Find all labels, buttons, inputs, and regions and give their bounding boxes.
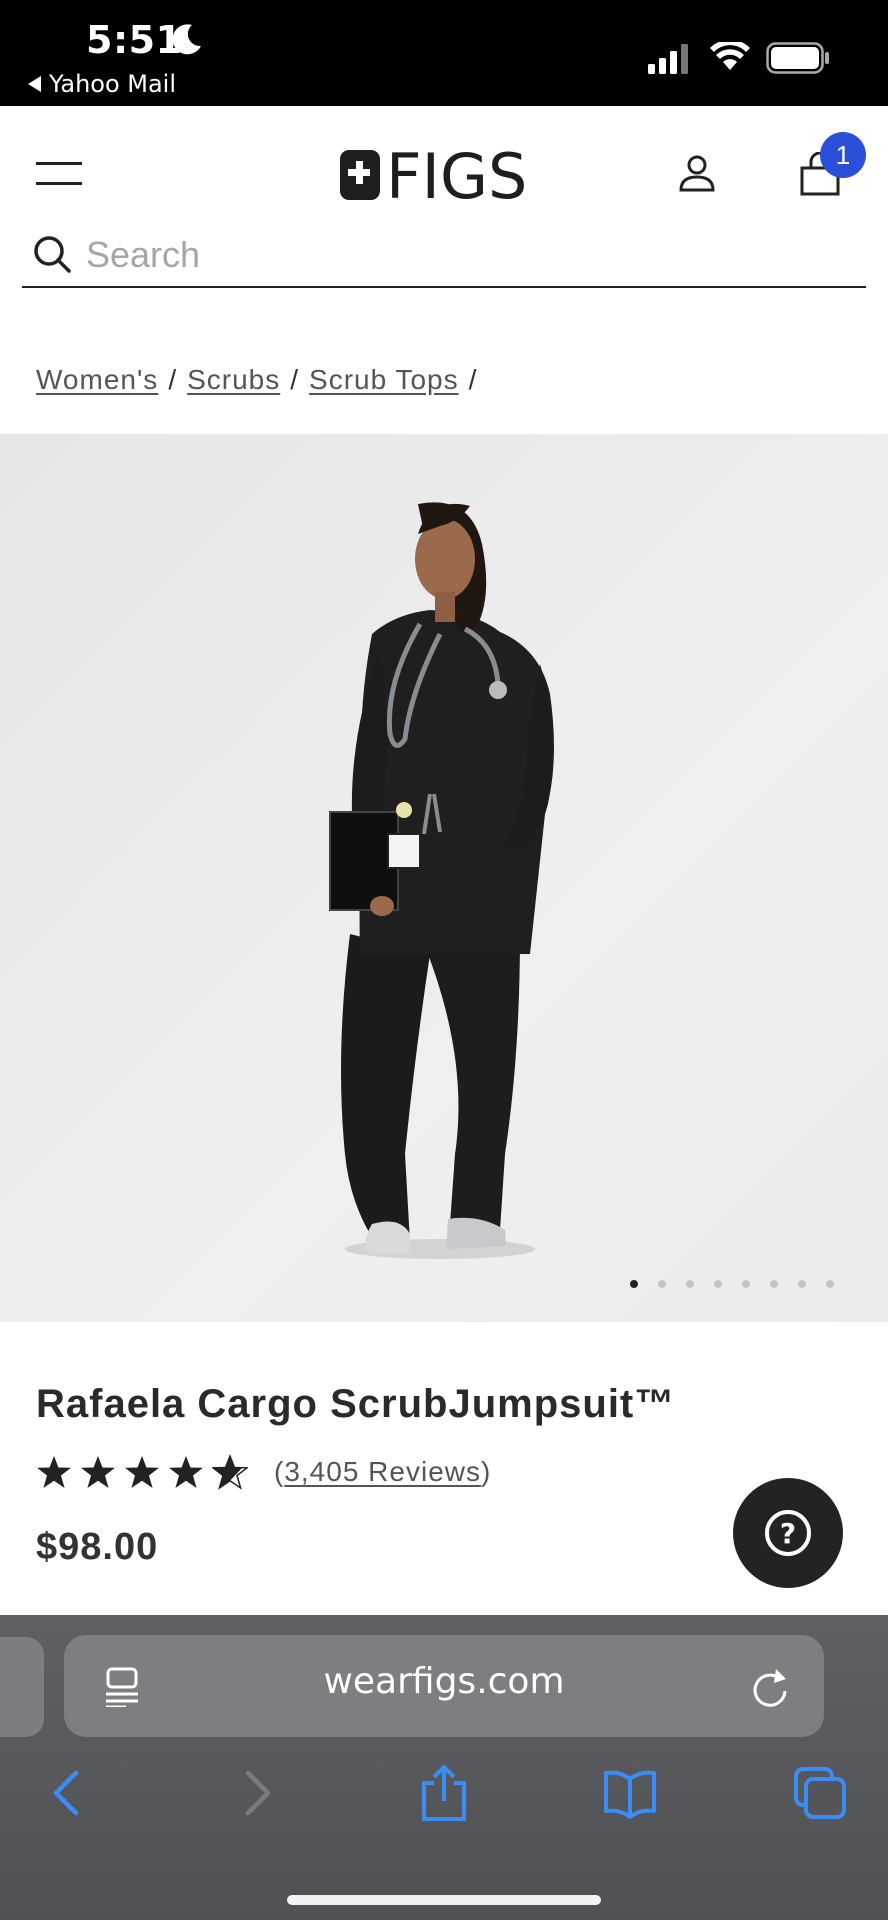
status-time: 5:51 (86, 18, 183, 62)
site-header: FIGS 1 (0, 106, 888, 218)
breadcrumb-item-womens[interactable]: Women's (36, 364, 158, 395)
address-bar[interactable]: wearfigs.com (64, 1635, 824, 1737)
browser-bottom-bar: wearfigs.com (0, 1615, 888, 1920)
carousel-dot[interactable] (630, 1280, 638, 1288)
model-photo (329, 502, 554, 1259)
previous-tab-preview[interactable] (0, 1637, 44, 1737)
bookmarks-icon[interactable] (602, 1765, 658, 1821)
star-icon (37, 1456, 71, 1488)
breadcrumb-item-scrub-tops[interactable]: Scrub Tops (309, 364, 459, 395)
logo-text: FIGS (386, 142, 527, 204)
product-image[interactable] (0, 434, 888, 1322)
help-button[interactable]: ? (733, 1478, 843, 1588)
reviews-link[interactable]: (3,405 Reviews) (274, 1456, 491, 1488)
wifi-icon (710, 42, 750, 70)
search-icon (34, 236, 71, 273)
carousel-dot[interactable] (686, 1280, 694, 1288)
reload-icon[interactable] (752, 1667, 790, 1707)
image-carousel-dots (630, 1280, 834, 1288)
back-to-app-link[interactable]: Yahoo Mail (28, 70, 176, 98)
carousel-dot[interactable] (742, 1280, 750, 1288)
half-star-icon (212, 1454, 248, 1490)
url-text: wearfigs.com (323, 1661, 565, 1702)
forward-icon[interactable] (228, 1765, 284, 1821)
star-icon (169, 1456, 203, 1488)
reviews-count: 3,405 Reviews (284, 1456, 481, 1487)
search-input[interactable] (86, 232, 846, 278)
battery-icon (766, 42, 829, 74)
home-indicator[interactable] (287, 1895, 601, 1905)
product-title: Rafaela Cargo ScrubJumpsuit™ (36, 1382, 676, 1426)
carousel-dot[interactable] (798, 1280, 806, 1288)
menu-icon[interactable] (36, 162, 82, 188)
account-icon[interactable] (676, 152, 718, 194)
back-app-label: Yahoo Mail (49, 70, 177, 98)
tabs-icon[interactable] (792, 1765, 848, 1821)
carousel-dot[interactable] (770, 1280, 778, 1288)
star-icon (125, 1456, 159, 1488)
rating-row: (3,405 Reviews) (36, 1454, 491, 1490)
figs-logo[interactable]: FIGS (338, 142, 552, 204)
status-bar: 5:51 Yahoo Mail (0, 0, 888, 106)
signal-icon (648, 44, 688, 74)
star-icon (81, 1456, 115, 1488)
back-icon[interactable] (40, 1765, 96, 1821)
share-icon[interactable] (416, 1765, 472, 1821)
search-bar (22, 228, 866, 288)
moon-icon (172, 24, 201, 55)
svg-text:?: ? (780, 1517, 796, 1550)
back-arrow-icon (28, 76, 41, 92)
breadcrumb-separator: / (168, 364, 178, 395)
help-icon: ? (765, 1510, 811, 1556)
carousel-dot[interactable] (826, 1280, 834, 1288)
breadcrumb-separator: / (290, 364, 300, 395)
carousel-dot[interactable] (714, 1280, 722, 1288)
breadcrumb: Women's / Scrubs / Scrub Tops / (36, 364, 487, 396)
cart-count-badge[interactable]: 1 (820, 132, 866, 178)
product-price: $98.00 (36, 1526, 159, 1568)
breadcrumb-item-scrubs[interactable]: Scrubs (187, 364, 280, 395)
carousel-dot[interactable] (658, 1280, 666, 1288)
breadcrumb-separator: / (468, 364, 478, 395)
